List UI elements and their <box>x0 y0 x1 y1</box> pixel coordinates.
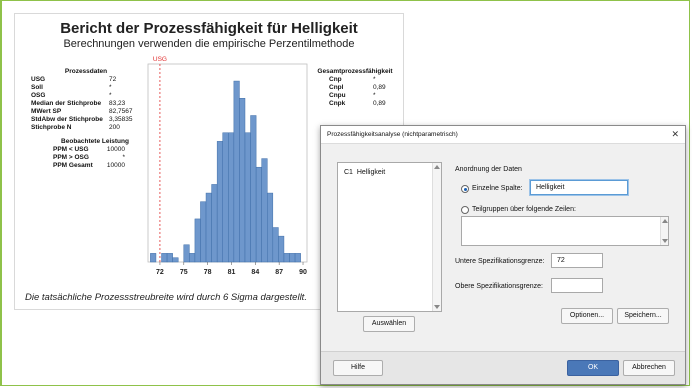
single-column-input[interactable]: Helligkeit <box>530 180 628 195</box>
help-button[interactable]: Hilfe <box>333 360 383 376</box>
histogram-bar <box>161 253 168 263</box>
capability-dialog: Prozessfähigkeitsanalyse (nichtparametri… <box>320 125 686 385</box>
save-button[interactable]: Speichern... <box>617 308 669 324</box>
x-tick-label: 75 <box>180 269 188 276</box>
subgroups-scrollbar[interactable] <box>660 217 668 245</box>
ok-button[interactable]: OK <box>567 360 619 376</box>
subgroups-radio[interactable] <box>461 206 469 214</box>
cancel-button[interactable]: Abbrechen <box>623 360 675 376</box>
histogram-bar <box>267 192 274 263</box>
x-tick-label: 81 <box>228 269 236 276</box>
close-icon[interactable]: ✕ <box>671 126 679 143</box>
histogram-bar <box>200 201 207 263</box>
listbox-scrollbar[interactable] <box>432 163 441 311</box>
dialog-titlebar: Prozessfähigkeitsanalyse (nichtparametri… <box>321 126 685 144</box>
histogram-bar <box>250 115 257 263</box>
usl-label: Obere Spezifikationsgrenze: <box>455 283 543 290</box>
histogram-bar <box>278 235 285 263</box>
lsl-input[interactable]: 72 <box>551 253 603 268</box>
histogram-bar <box>272 227 279 263</box>
x-tick-label: 78 <box>204 269 212 276</box>
scroll-up-icon[interactable] <box>434 165 440 169</box>
histogram-bar <box>211 184 218 263</box>
x-tick-label: 90 <box>299 269 307 276</box>
histogram-bar <box>244 132 251 263</box>
histogram-bar <box>233 80 240 263</box>
single-column-label: Einzelne Spalte: <box>472 185 523 192</box>
usl-input[interactable] <box>551 278 603 293</box>
histogram-bar <box>228 132 235 263</box>
scroll-up-icon[interactable] <box>662 219 668 223</box>
histogram-bar <box>255 166 262 263</box>
histogram-bar <box>261 158 268 263</box>
histogram-bar <box>183 244 190 263</box>
column-list-item[interactable]: C1 Helligkeit <box>344 169 385 176</box>
histogram-bar <box>222 132 229 263</box>
options-button[interactable]: Optionen... <box>561 308 613 324</box>
dialog-footer: Hilfe OK Abbrechen <box>321 351 685 384</box>
histogram-bar <box>150 253 157 263</box>
histogram-bar <box>205 192 212 263</box>
histogram-bar <box>189 253 196 263</box>
histogram-bar <box>166 253 173 263</box>
column-listbox[interactable]: C1 Helligkeit <box>337 162 442 312</box>
dialog-title: Prozessfähigkeitsanalyse (nichtparametri… <box>327 131 458 138</box>
histogram-bar <box>216 141 223 263</box>
histogram-bar <box>294 253 301 263</box>
histogram-bar <box>283 253 290 263</box>
select-button[interactable]: Auswählen <box>363 316 415 332</box>
single-column-radio[interactable] <box>461 185 469 193</box>
histogram-bar <box>194 218 201 263</box>
report-footnote: Die tatsächliche Prozessstreubreite wird… <box>25 292 307 303</box>
subgroups-label: Teilgruppen über folgende Zeilen: <box>472 206 576 213</box>
scroll-down-icon[interactable] <box>662 239 668 243</box>
histogram-bar <box>239 98 246 263</box>
lsl-label: Untere Spezifikationsgrenze: <box>455 258 545 265</box>
histogram-bar <box>172 257 179 263</box>
scroll-down-icon[interactable] <box>434 305 440 309</box>
x-tick-label: 84 <box>251 269 259 276</box>
subgroups-input[interactable] <box>461 216 669 246</box>
data-arrangement-label: Anordnung der Daten <box>455 166 522 173</box>
x-tick-label: 87 <box>275 269 283 276</box>
usl-reference-label: USG <box>153 56 167 63</box>
histogram-bar <box>289 253 296 263</box>
x-tick-label: 72 <box>156 269 164 276</box>
